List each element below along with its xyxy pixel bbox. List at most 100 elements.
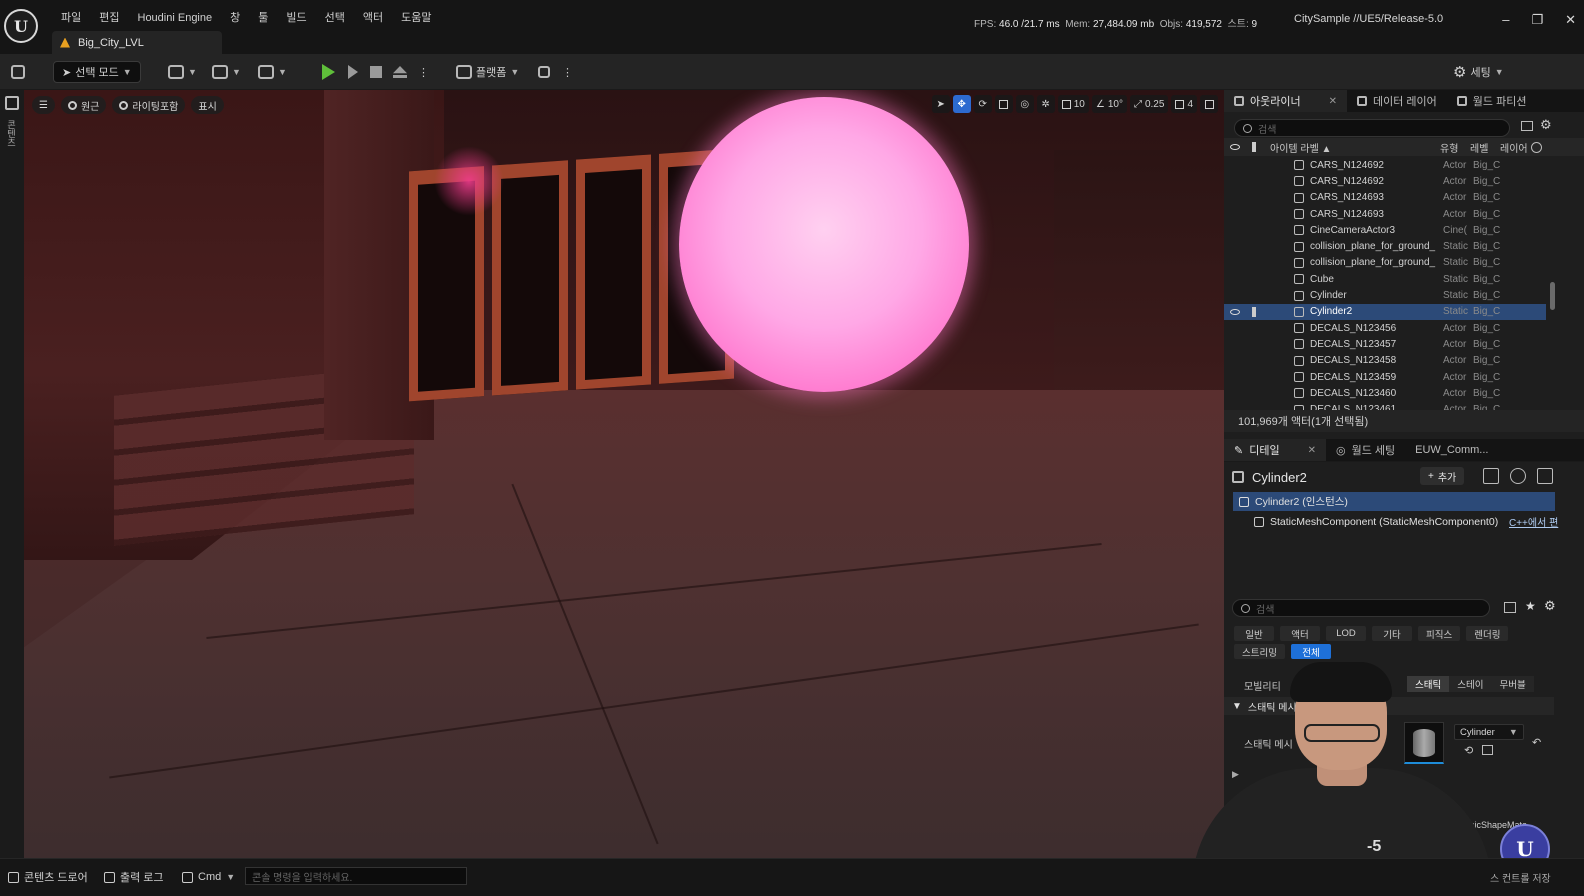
glowing-sphere[interactable] bbox=[679, 97, 969, 392]
eye-icon[interactable] bbox=[1230, 144, 1240, 150]
menu-tools[interactable]: 툴 bbox=[249, 10, 277, 26]
star-icon[interactable]: ★ bbox=[1525, 599, 1536, 613]
close-icon[interactable]: ✕ bbox=[1308, 445, 1316, 456]
menu-help[interactable]: 도움말 bbox=[392, 10, 440, 26]
viewport-menu-button[interactable]: ☰ bbox=[32, 96, 55, 114]
surface-snap-button[interactable]: ✲ bbox=[1036, 95, 1055, 113]
tab-euw[interactable]: EUW_Comm... bbox=[1405, 439, 1498, 461]
component-static-mesh-row[interactable]: StaticMeshComponent (StaticMeshComponent… bbox=[1254, 512, 1498, 531]
level-viewport[interactable]: ☰ 원근 라이팅포함 표시 ➤ ✥ ⟳ ◎ ✲ 10 ∠ 10° ⤢ 0.25 4 bbox=[24, 90, 1224, 858]
level-tab[interactable]: Big_City_LVL bbox=[52, 31, 222, 54]
add-actor-button[interactable]: ▼ bbox=[168, 61, 197, 83]
grid-snap-button[interactable]: 10 bbox=[1057, 95, 1089, 113]
outliner-row[interactable]: Cylinder2 Static Big_C bbox=[1224, 303, 1546, 320]
blueprint-convert-icon[interactable] bbox=[1483, 468, 1499, 484]
column-level[interactable]: 레벨 bbox=[1470, 140, 1488, 155]
eye-icon[interactable] bbox=[1230, 308, 1240, 315]
filter-lod[interactable]: LOD bbox=[1326, 626, 1366, 641]
platform-dropdown[interactable]: 플랫폼 ▼ bbox=[456, 61, 519, 83]
add-folder-icon[interactable] bbox=[1521, 121, 1533, 131]
stop-button[interactable] bbox=[370, 61, 382, 83]
component-instance-row[interactable]: Cylinder2 (인스턴스) bbox=[1233, 492, 1555, 511]
table-view-icon[interactable] bbox=[1504, 602, 1516, 613]
scale-snap-button[interactable]: ⤢ 0.25 bbox=[1129, 95, 1169, 113]
add-component-button[interactable]: + 추가 bbox=[1420, 467, 1465, 485]
outliner-row[interactable]: CineCameraActor3 Cine(Big_C bbox=[1224, 222, 1546, 238]
output-log-button[interactable]: 출력 로그 bbox=[104, 868, 164, 886]
outliner-row[interactable]: collision_plane_for_ground_ Static Big_C bbox=[1224, 255, 1546, 271]
filter-streaming[interactable]: 스트리밍 bbox=[1234, 644, 1285, 659]
gear-icon[interactable]: ⚙ bbox=[1544, 598, 1556, 614]
cinematics-button[interactable]: ▼ bbox=[258, 61, 287, 83]
pin-icon[interactable] bbox=[1252, 306, 1256, 317]
outliner-scrollbar[interactable] bbox=[1550, 282, 1555, 310]
outliner-row[interactable]: Cube Static Big_C bbox=[1224, 271, 1546, 287]
console-command-input[interactable]: 콘솔 명령을 입력하세요. bbox=[245, 867, 467, 885]
column-layer[interactable]: 레이어 bbox=[1500, 140, 1528, 155]
details-search-input[interactable]: 검색 bbox=[1232, 599, 1490, 617]
filter-all[interactable]: 전체 bbox=[1290, 644, 1331, 659]
gear-icon[interactable]: ⚙ bbox=[1540, 117, 1552, 133]
camera-speed-button[interactable]: 4 bbox=[1171, 95, 1197, 113]
column-item-label[interactable]: 아이템 라벨 ▲ bbox=[1270, 140, 1331, 155]
eject-button[interactable] bbox=[393, 61, 407, 83]
translate-tool-button[interactable]: ✥ bbox=[952, 95, 971, 113]
rotation-snap-button[interactable]: ∠ 10° bbox=[1091, 95, 1127, 113]
minimize-icon[interactable]: – bbox=[1502, 12, 1509, 28]
place-actors-icon[interactable] bbox=[5, 96, 19, 110]
menu-select[interactable]: 선택 bbox=[316, 10, 354, 26]
tab-outliner[interactable]: 아웃라이너 ✕ bbox=[1224, 90, 1347, 112]
play-button[interactable] bbox=[322, 61, 335, 83]
outliner-row[interactable]: DECALS_N123457 Actor Big_C bbox=[1224, 336, 1546, 352]
pin-icon[interactable] bbox=[1252, 142, 1256, 152]
source-control-button[interactable] bbox=[538, 61, 550, 83]
outliner-row[interactable]: DECALS_N123460 Actor Big_C bbox=[1224, 385, 1546, 401]
outliner-row[interactable]: DECALS_N123459 Actor Big_C bbox=[1224, 369, 1546, 385]
show-button[interactable]: 표시 bbox=[191, 96, 224, 114]
menu-houdini[interactable]: Houdini Engine bbox=[129, 10, 222, 26]
unreal-logo-icon[interactable]: U bbox=[4, 9, 38, 43]
outliner-row[interactable]: CARS_N124693 Actor Big_C bbox=[1224, 190, 1546, 206]
actor-name[interactable]: Cylinder2 bbox=[1252, 470, 1307, 485]
menu-edit[interactable]: 편집 bbox=[90, 10, 128, 26]
help-icon[interactable] bbox=[1510, 468, 1526, 484]
lit-mode-button[interactable]: 라이팅포함 bbox=[112, 96, 186, 114]
outliner-row[interactable]: CARS_N124692 Actor Big_C bbox=[1224, 173, 1546, 189]
play-options-button[interactable]: ⋮ bbox=[418, 61, 429, 83]
menu-build[interactable]: 빌드 bbox=[277, 10, 315, 26]
toolbar-more-button[interactable]: ⋮ bbox=[562, 61, 573, 83]
save-button[interactable] bbox=[11, 61, 25, 83]
edit-in-cpp-link[interactable]: C++에서 편 bbox=[1509, 514, 1558, 529]
tab-world-settings[interactable]: ◎ 월드 세팅 bbox=[1326, 439, 1405, 461]
content-side-tab[interactable]: 콘텐츠 bbox=[6, 120, 18, 147]
settings-dropdown[interactable]: ⚙ 세팅 ▼ bbox=[1453, 61, 1504, 83]
select-tool-button[interactable]: ➤ bbox=[931, 95, 950, 113]
outliner-search-input[interactable]: 검색 bbox=[1234, 119, 1510, 137]
outliner-row[interactable]: Cylinder Static Big_C bbox=[1224, 287, 1546, 303]
outliner-row[interactable]: collision_plane_for_ground_ Static Big_C bbox=[1224, 238, 1546, 254]
tab-details[interactable]: ✎ 디테일 ✕ bbox=[1224, 439, 1326, 461]
column-type[interactable]: 유형 bbox=[1440, 140, 1458, 155]
filter-rendering[interactable]: 렌더링 bbox=[1466, 626, 1509, 641]
menu-window[interactable]: 창 bbox=[221, 10, 249, 26]
scale-tool-button[interactable] bbox=[994, 95, 1013, 113]
rotate-tool-button[interactable]: ⟳ bbox=[973, 95, 992, 113]
viewport-layout-button[interactable] bbox=[1200, 95, 1218, 113]
outliner-row[interactable]: DECALS_N123458 Actor Big_C bbox=[1224, 353, 1546, 369]
lock-icon[interactable] bbox=[1537, 468, 1553, 484]
outliner-row[interactable]: DECALS_N123456 Actor Big_C bbox=[1224, 320, 1546, 336]
filter-actor[interactable]: 액터 bbox=[1280, 626, 1320, 641]
selection-mode-dropdown[interactable]: ➤ 선택 모드 ▼ bbox=[53, 61, 141, 83]
close-icon[interactable]: ✕ bbox=[1329, 96, 1337, 107]
world-local-button[interactable]: ◎ bbox=[1015, 95, 1034, 113]
advance-frame-button[interactable] bbox=[348, 61, 358, 83]
source-control-status[interactable]: 스 컨트롤 저장 bbox=[1490, 868, 1551, 886]
menu-file[interactable]: 파일 bbox=[52, 10, 90, 26]
blueprint-button[interactable]: ▼ bbox=[212, 61, 241, 83]
outliner-row[interactable]: CARS_N124693 Actor Big_C bbox=[1224, 206, 1546, 222]
content-drawer-button[interactable]: 콘텐츠 드로어 bbox=[8, 868, 88, 886]
perspective-button[interactable]: 원근 bbox=[60, 96, 107, 114]
cmd-dropdown[interactable]: Cmd ▼ bbox=[182, 868, 235, 886]
close-icon[interactable]: ✕ bbox=[1565, 12, 1576, 28]
restore-icon[interactable]: ❐ bbox=[1531, 12, 1543, 28]
